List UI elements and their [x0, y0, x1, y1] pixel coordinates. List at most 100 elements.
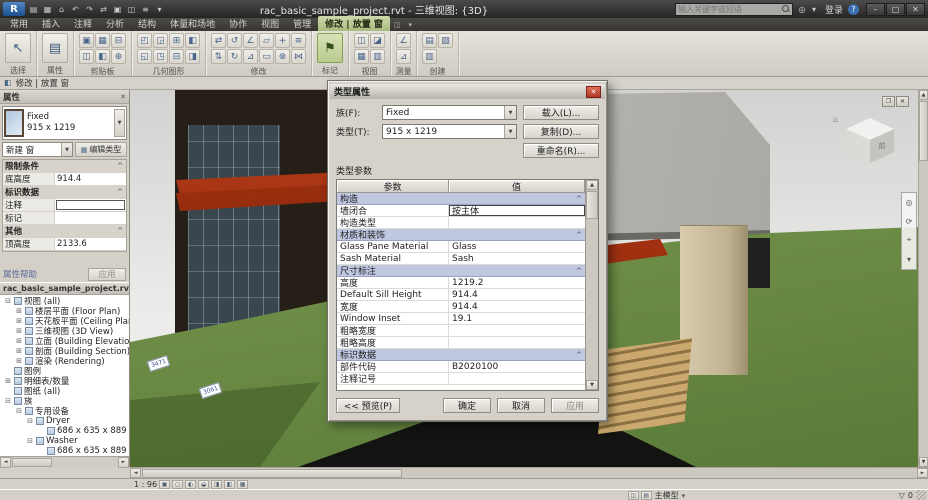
- view-control-icon[interactable]: ◐: [185, 479, 197, 489]
- tree-item[interactable]: ⊟ 族: [0, 396, 129, 406]
- param-value-cell[interactable]: [449, 217, 585, 228]
- type-param-row[interactable]: 宽度 914.4: [337, 301, 585, 313]
- property-value-cell[interactable]: [55, 212, 126, 224]
- apply-button[interactable]: 应用: [88, 267, 126, 281]
- chevron-down-icon[interactable]: [682, 491, 686, 500]
- ribbon-tool-icon[interactable]: ◪: [370, 33, 385, 48]
- quick-access-icon[interactable]: ▾: [153, 3, 166, 16]
- ribbon-tool-icon[interactable]: ▣: [79, 33, 94, 48]
- help-icon[interactable]: ?: [848, 3, 859, 15]
- browser-hscrollbar[interactable]: [0, 456, 129, 468]
- ribbon-tool-icon[interactable]: ↺: [227, 33, 242, 48]
- tree-expand-icon[interactable]: ⊞: [4, 376, 12, 386]
- scroll-left-icon[interactable]: [0, 456, 11, 468]
- quick-access-icon[interactable]: ▣: [111, 3, 124, 16]
- type-param-row[interactable]: Sash Material Sash: [337, 253, 585, 265]
- param-value-cell[interactable]: 按主体: [449, 205, 585, 216]
- scroll-thumb[interactable]: [142, 468, 402, 478]
- ribbon-tool-icon[interactable]: ▥: [370, 49, 385, 64]
- quick-access-icon[interactable]: ▦: [41, 3, 54, 16]
- ribbon-tool-icon[interactable]: ◫: [79, 49, 94, 64]
- help-search-box[interactable]: [674, 2, 793, 16]
- canvas-vscrollbar[interactable]: [918, 90, 928, 467]
- tree-expand-icon[interactable]: ⊟: [26, 416, 34, 426]
- viewcube[interactable]: ⌂ 前: [833, 115, 900, 176]
- ribbon-tool-icon[interactable]: ▱: [259, 33, 274, 48]
- param-value-cell[interactable]: 1219.2: [449, 277, 585, 288]
- type-param-row[interactable]: 粗略宽度: [337, 325, 585, 337]
- tree-expand-icon[interactable]: ⊟: [4, 296, 12, 306]
- rename-button[interactable]: 重命名(R)...: [523, 143, 599, 158]
- property-row[interactable]: 其他: [3, 225, 126, 238]
- ribbon-tool-icon[interactable]: ◧: [185, 33, 200, 48]
- home-icon[interactable]: ⌂: [833, 115, 838, 124]
- scroll-thumb[interactable]: [586, 191, 598, 219]
- type-param-row[interactable]: Default Sill Height 914.4: [337, 289, 585, 301]
- ribbon-tool-icon[interactable]: ⋈: [291, 49, 306, 64]
- type-param-row[interactable]: 粗略高度: [337, 337, 585, 349]
- ribbon-tool-icon[interactable]: ◨: [185, 49, 200, 64]
- table-vscrollbar[interactable]: [585, 180, 598, 390]
- property-row[interactable]: 注释: [3, 199, 126, 212]
- tree-item[interactable]: ⊞ 渲染 (Rendering): [0, 356, 129, 366]
- quick-access-icon[interactable]: ≡: [139, 3, 152, 16]
- param-value-cell[interactable]: B2020100: [449, 361, 585, 372]
- ribbon-tab[interactable]: 结构: [131, 16, 163, 31]
- property-value-cell[interactable]: 2133.6: [55, 238, 126, 250]
- ribbon-tool-icon[interactable]: ∠: [396, 33, 411, 48]
- ribbon-tool-icon[interactable]: ⇄: [211, 33, 226, 48]
- type-param-row[interactable]: 高度 1219.2: [337, 277, 585, 289]
- properties-help-link[interactable]: 属性帮助: [3, 268, 37, 280]
- scroll-down-icon[interactable]: [919, 457, 928, 467]
- tree-item[interactable]: ⊞ 三维视图 (3D View): [0, 326, 129, 336]
- type-combo[interactable]: 915 x 1219: [382, 124, 517, 139]
- ribbon-tool-icon[interactable]: ◳: [153, 49, 168, 64]
- ribbon-tab[interactable]: 协作: [222, 16, 254, 31]
- property-row[interactable]: 标记: [3, 212, 126, 225]
- scale-indicator[interactable]: 1 : 96: [134, 480, 157, 489]
- property-row[interactable]: 顶高度 2133.6: [3, 238, 126, 251]
- tree-item[interactable]: 686 x 635 x 889: [0, 446, 129, 456]
- close-view-icon[interactable]: ✕: [896, 96, 909, 107]
- tree-item[interactable]: ⊟ 视图 (all): [0, 296, 129, 306]
- quick-access-icon[interactable]: ▤: [27, 3, 40, 16]
- ribbon-tool-icon[interactable]: ◧: [95, 49, 110, 64]
- tree-item[interactable]: ⊞ 立面 (Building Elevation): [0, 336, 129, 346]
- param-value-cell[interactable]: 19.1: [449, 313, 585, 324]
- project-browser-header[interactable]: rac_basic_sample_project.rvt - ... ✕: [0, 282, 129, 295]
- app-menu-button[interactable]: R: [3, 2, 25, 16]
- quick-access-icon[interactable]: ↶: [69, 3, 82, 16]
- ribbon-tool-icon[interactable]: ⊟: [111, 33, 126, 48]
- tree-item[interactable]: 图纸 (all): [0, 386, 129, 396]
- ribbon-tool-icon[interactable]: ◲: [153, 33, 168, 48]
- ribbon-tool-icon[interactable]: ⊟: [169, 49, 184, 64]
- navigation-tool-icon[interactable]: ⌖: [907, 235, 912, 245]
- navigation-tool-icon[interactable]: ◎: [906, 198, 913, 207]
- sign-in-link[interactable]: 登录: [823, 3, 845, 16]
- mod-select-button[interactable]: ↖: [5, 33, 31, 63]
- ribbon-tool-icon[interactable]: ▭: [259, 49, 274, 64]
- type-param-row[interactable]: 部件代码 B2020100: [337, 361, 585, 373]
- property-row[interactable]: 限制条件: [3, 160, 126, 173]
- ribbon-tab[interactable]: 插入: [35, 16, 67, 31]
- new-element-combo[interactable]: 新建 窗: [2, 142, 73, 157]
- ribbon-tab[interactable]: 注释: [67, 16, 99, 31]
- property-row[interactable]: 标识数据: [3, 186, 126, 199]
- tree-expand-icon[interactable]: ⊞: [15, 356, 23, 366]
- property-value-cell[interactable]: 914.4: [55, 173, 126, 185]
- ribbon-tool-icon[interactable]: ⇅: [211, 49, 226, 64]
- tag-on-placement-button[interactable]: ⚑: [317, 33, 343, 63]
- tree-item[interactable]: ⊟ Washer: [0, 436, 129, 446]
- view-control-icon[interactable]: ▣: [159, 479, 171, 489]
- chevron-down-icon[interactable]: [61, 143, 72, 156]
- family-combo[interactable]: Fixed: [382, 105, 517, 120]
- type-selector[interactable]: Fixed 915 x 1219: [2, 106, 127, 140]
- column-header-value[interactable]: 值: [449, 180, 585, 193]
- tree-item[interactable]: ⊟ Dryer: [0, 416, 129, 426]
- type-param-row[interactable]: 标识数据: [337, 349, 585, 361]
- scroll-right-icon[interactable]: [118, 456, 129, 468]
- tree-expand-icon[interactable]: ⊟: [15, 406, 23, 416]
- properties-button[interactable]: ▤: [42, 33, 68, 63]
- param-value-cell[interactable]: Glass: [449, 241, 585, 252]
- properties-palette-header[interactable]: 属性 ✕: [0, 90, 129, 104]
